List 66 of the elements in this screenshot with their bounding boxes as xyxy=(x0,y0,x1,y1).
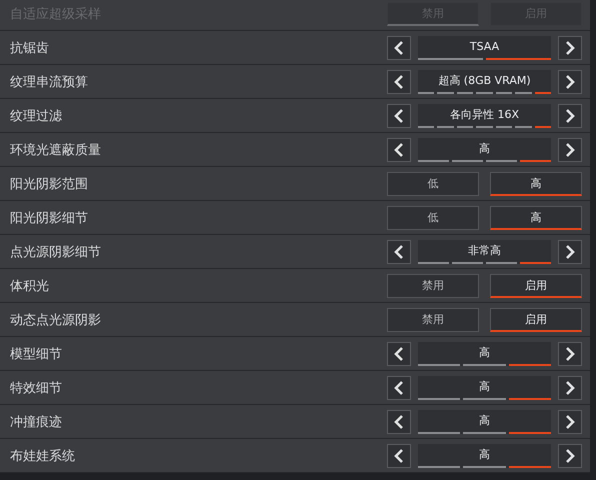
option-button[interactable]: 禁用 xyxy=(387,274,479,298)
setting-label: 模型细节 xyxy=(10,346,63,362)
next-button[interactable] xyxy=(558,36,582,60)
option-selector[interactable]: 高 xyxy=(418,376,551,400)
next-button[interactable] xyxy=(558,342,582,366)
chevron-right-icon xyxy=(565,244,575,258)
previous-button[interactable] xyxy=(387,410,411,434)
next-button[interactable] xyxy=(558,410,582,434)
option-selector[interactable]: 高 xyxy=(418,138,551,162)
chevron-left-icon xyxy=(394,448,404,462)
previous-button[interactable] xyxy=(387,138,411,162)
setting-label: 点光源阴影细节 xyxy=(10,244,102,260)
previous-button[interactable] xyxy=(387,342,411,366)
next-button[interactable] xyxy=(558,376,582,400)
next-button[interactable] xyxy=(558,138,582,162)
previous-button[interactable] xyxy=(387,240,411,264)
setting-label: 布娃娃系统 xyxy=(10,448,76,464)
next-button[interactable] xyxy=(558,240,582,264)
option-selector[interactable]: 高 xyxy=(418,444,551,468)
previous-button[interactable] xyxy=(387,376,411,400)
option-button[interactable]: 高 xyxy=(490,172,582,196)
setting-label: 纹理串流预算 xyxy=(10,74,89,90)
next-button[interactable] xyxy=(558,70,582,94)
option-button[interactable]: 禁用 xyxy=(387,308,479,332)
option-button[interactable]: 低 xyxy=(387,206,479,230)
option-selector[interactable]: TSAA xyxy=(418,36,551,60)
setting-label: 环境光遮蔽质量 xyxy=(10,142,102,158)
option-selector[interactable]: 高 xyxy=(418,342,551,366)
chevron-right-icon xyxy=(565,74,575,88)
setting-label: 抗锯齿 xyxy=(10,40,50,56)
setting-label: 阳光阴影范围 xyxy=(10,176,89,192)
chevron-left-icon xyxy=(394,74,404,88)
option-button[interactable]: 高 xyxy=(490,206,582,230)
previous-button[interactable] xyxy=(387,36,411,60)
next-button[interactable] xyxy=(558,444,582,468)
option-selector[interactable]: 高 xyxy=(418,410,551,434)
chevron-right-icon xyxy=(565,448,575,462)
setting-label: 动态点光源阴影 xyxy=(10,312,102,328)
previous-button[interactable] xyxy=(387,104,411,128)
chevron-left-icon xyxy=(394,346,404,360)
option-selector[interactable]: 非常高 xyxy=(418,240,551,264)
chevron-right-icon xyxy=(565,142,575,156)
setting-label: 特效细节 xyxy=(10,380,63,396)
next-button[interactable] xyxy=(558,104,582,128)
setting-label: 纹理过滤 xyxy=(10,108,63,124)
setting-label: 阳光阴影细节 xyxy=(10,210,89,226)
chevron-left-icon xyxy=(394,244,404,258)
option-button[interactable]: 启用 xyxy=(490,308,582,332)
chevron-right-icon xyxy=(565,380,575,394)
option-selector[interactable]: 超高 (8GB VRAM) xyxy=(418,70,551,94)
chevron-right-icon xyxy=(565,346,575,360)
chevron-left-icon xyxy=(394,40,404,54)
chevron-right-icon xyxy=(565,108,575,122)
previous-button[interactable] xyxy=(387,70,411,94)
setting-label: 冲撞痕迹 xyxy=(10,414,63,430)
setting-label: 体积光 xyxy=(10,278,50,294)
chevron-left-icon xyxy=(394,380,404,394)
option-button[interactable]: 低 xyxy=(387,172,479,196)
chevron-right-icon xyxy=(565,414,575,428)
chevron-left-icon xyxy=(394,142,404,156)
chevron-left-icon xyxy=(394,108,404,122)
option-button[interactable]: 启用 xyxy=(490,274,582,298)
previous-button[interactable] xyxy=(387,444,411,468)
chevron-left-icon xyxy=(394,414,404,428)
option-selector[interactable]: 各向异性 16X xyxy=(418,104,551,128)
chevron-right-icon xyxy=(565,40,575,54)
